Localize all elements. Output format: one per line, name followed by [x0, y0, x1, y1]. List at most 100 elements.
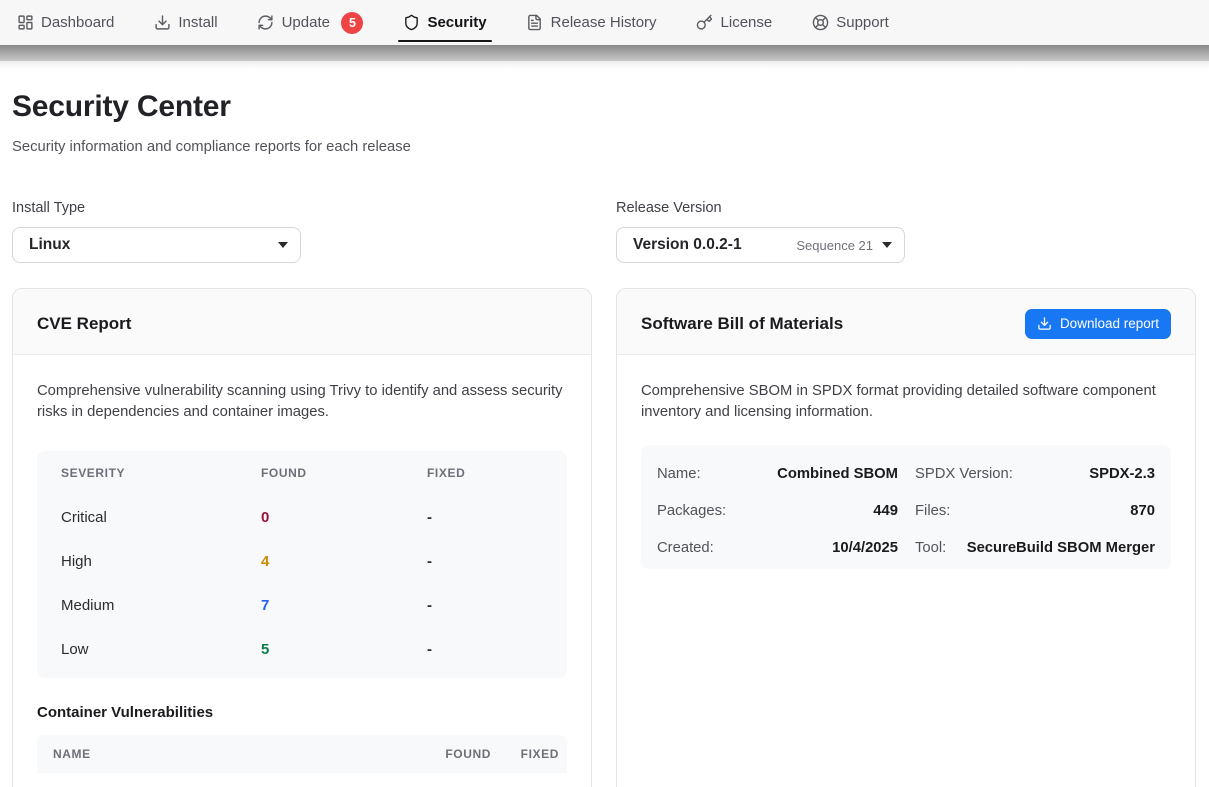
header-divider-fade [0, 61, 1209, 69]
container-table-header: NAMEFOUND FIXED [37, 735, 567, 773]
sbom-detail-cell: Created:10/4/2025 [641, 529, 906, 566]
sbom-detail-row: Created:10/4/2025Tool:SecureBuild SBOM M… [641, 529, 1171, 566]
container-column-header: FIXED [499, 747, 559, 761]
update-refresh-icon [257, 14, 274, 31]
severity-column-header: FOUND [261, 466, 427, 480]
top-navigation: Dashboard Install Update 5 Security Release H… [0, 0, 1209, 45]
nav-tab-support[interactable]: Support [807, 0, 894, 45]
download-report-button[interactable]: Download report [1025, 309, 1171, 339]
sbom-details-table: Name:Combined SBOMSPDX Version:SPDX-2.3P… [641, 445, 1171, 569]
sbom-card-body: Comprehensive SBOM in SPDX format provid… [617, 355, 1195, 593]
install-type-label: Install Type [12, 199, 592, 217]
sbom-card-header: Software Bill of Materials Download repo… [617, 289, 1195, 355]
page-subtitle: Security information and compliance repo… [12, 137, 1196, 157]
severity-label: High [61, 553, 261, 570]
main-content: Security Center Security information and… [0, 90, 1209, 787]
sbom-detail-value: Combined SBOM [701, 466, 898, 482]
severity-column-header: FIXED [427, 466, 543, 480]
severity-row-medium: Medium7- [37, 583, 567, 627]
sbom-detail-label: Tool: [915, 540, 946, 556]
sbom-detail-cell: SPDX Version:SPDX-2.3 [906, 455, 1171, 492]
release-version-label: Release Version [616, 199, 1196, 217]
sbom-detail-label: Packages: [657, 503, 726, 519]
severity-table-header-row: SEVERITYFOUNDFIXED [37, 451, 567, 495]
sbom-detail-label: SPDX Version: [915, 466, 1013, 482]
nav-tab-label: Install [178, 14, 217, 31]
severity-found-count: 0 [261, 509, 427, 526]
severity-row-low: Low5- [37, 627, 567, 671]
filters-row: Install Type Linux Release Version Versi… [12, 199, 1196, 263]
cve-card-body: Comprehensive vulnerability scanning usi… [13, 355, 591, 787]
container-column-header: NAME [53, 747, 431, 761]
sbom-detail-value: SecureBuild SBOM Merger [946, 540, 1155, 556]
sbom-detail-cell: Files:870 [906, 492, 1171, 529]
install-type-filter: Install Type Linux [12, 199, 592, 263]
nav-tab-security[interactable]: Security [398, 0, 492, 45]
cve-report-card: CVE Report Comprehensive vulnerability s… [12, 288, 592, 787]
sbom-detail-value: SPDX-2.3 [1013, 466, 1155, 482]
severity-row-critical: Critical0- [37, 495, 567, 539]
install-download-icon [154, 14, 171, 31]
install-type-select[interactable]: Linux [12, 227, 301, 263]
sbom-detail-label: Files: [915, 503, 950, 519]
sbom-detail-label: Name: [657, 466, 701, 482]
severity-row-high: High4- [37, 539, 567, 583]
nav-tab-update[interactable]: Update 5 [252, 0, 368, 45]
download-report-label: Download report [1060, 316, 1159, 331]
sbom-card: Software Bill of Materials Download repo… [616, 288, 1196, 787]
sbom-detail-value: 449 [726, 503, 898, 519]
container-vulnerabilities-title: Container Vulnerabilities [37, 703, 567, 723]
cve-card-title: CVE Report [37, 314, 131, 334]
nav-tab-label: Security [427, 14, 486, 31]
caret-down-icon [278, 242, 288, 248]
sbom-detail-row: Packages:449Files:870 [641, 492, 1171, 529]
sbom-detail-cell: Tool:SecureBuild SBOM Merger [906, 529, 1171, 566]
sbom-description: Comprehensive SBOM in SPDX format provid… [641, 381, 1171, 423]
nav-tab-license[interactable]: License [691, 0, 777, 45]
severity-found-count: 4 [261, 553, 427, 570]
nav-tab-install[interactable]: Install [149, 0, 223, 45]
caret-down-icon [882, 242, 892, 248]
sbom-card-title: Software Bill of Materials [641, 314, 843, 334]
dashboard-grid-icon [17, 14, 34, 31]
page-title: Security Center [12, 90, 1196, 124]
nav-tab-dashboard[interactable]: Dashboard [12, 0, 120, 45]
security-shield-icon [403, 14, 420, 31]
sbom-detail-label: Created: [657, 540, 714, 556]
severity-column-header: SEVERITY [61, 466, 261, 480]
update-count-badge: 5 [341, 12, 363, 34]
severity-table: SEVERITYFOUNDFIXEDCritical0-High4-Medium… [37, 451, 567, 678]
sbom-detail-value: 10/4/2025 [714, 540, 898, 556]
container-vulnerabilities-table: NAMEFOUND FIXED [37, 735, 567, 773]
nav-tab-label: Dashboard [41, 14, 114, 31]
severity-found-count: 7 [261, 597, 427, 614]
sbom-detail-cell: Name:Combined SBOM [641, 455, 906, 492]
cve-description: Comprehensive vulnerability scanning usi… [37, 381, 567, 423]
release-version-value: Version 0.0.2-1 [633, 236, 742, 254]
sbom-detail-row: Name:Combined SBOMSPDX Version:SPDX-2.3 [641, 455, 1171, 492]
release-version-sequence: Sequence 21 [796, 238, 873, 253]
nav-tab-label: Support [836, 14, 889, 31]
sbom-detail-cell: Packages:449 [641, 492, 906, 529]
nav-tab-label: Update [282, 14, 330, 31]
release-version-select[interactable]: Version 0.0.2-1 Sequence 21 [616, 227, 905, 263]
severity-label: Critical [61, 509, 261, 526]
severity-label: Medium [61, 597, 261, 614]
severity-fixed-count: - [427, 597, 543, 614]
nav-tab-label: License [721, 14, 773, 31]
nav-tab-release-history[interactable]: Release History [521, 0, 661, 45]
release-history-file-icon [526, 14, 543, 31]
header-divider-band [0, 45, 1209, 61]
cve-card-header: CVE Report [13, 289, 591, 355]
nav-tab-label: Release History [551, 14, 657, 31]
container-column-header: FOUND [431, 747, 491, 761]
cards-row: CVE Report Comprehensive vulnerability s… [12, 288, 1196, 787]
severity-fixed-count: - [427, 641, 543, 658]
severity-label: Low [61, 641, 261, 658]
license-key-icon [696, 14, 713, 31]
support-lifebuoy-icon [812, 14, 829, 31]
download-icon [1037, 316, 1052, 331]
severity-found-count: 5 [261, 641, 427, 658]
severity-fixed-count: - [427, 509, 543, 526]
install-type-value: Linux [29, 236, 70, 254]
